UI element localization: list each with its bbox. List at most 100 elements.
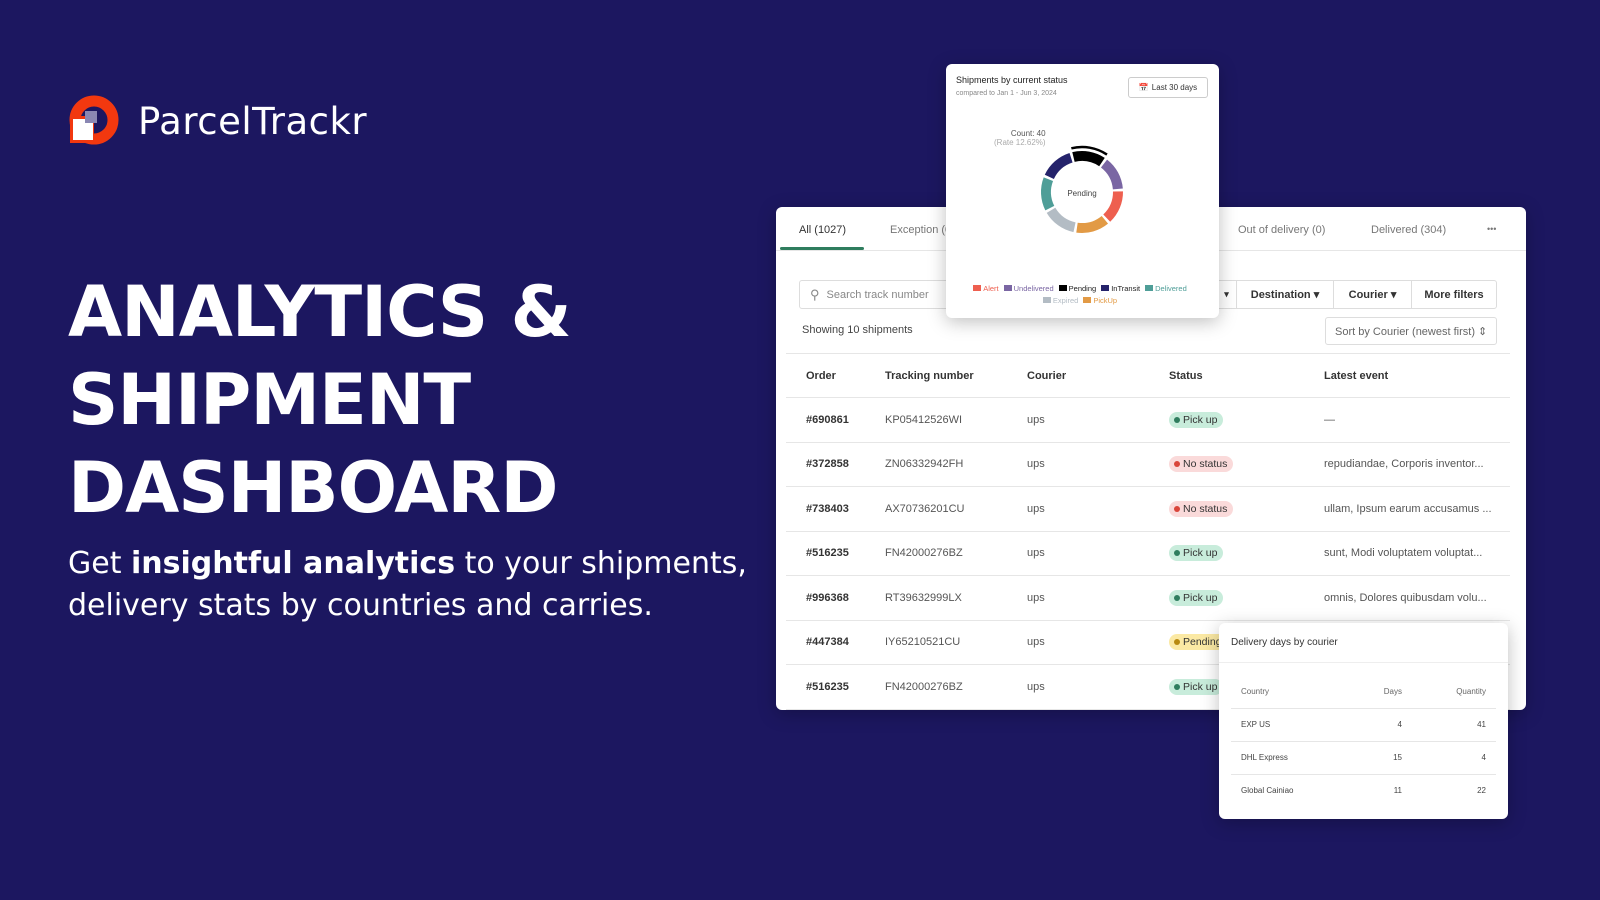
order-id: #516235 bbox=[806, 547, 849, 560]
tracking-number: ZN06332942FH bbox=[885, 458, 964, 471]
brand-name: ParcelTrackr bbox=[138, 99, 368, 143]
status-label: No status bbox=[1183, 502, 1228, 515]
donut-segment-alert[interactable] bbox=[1103, 191, 1123, 222]
tracking-number: AX70736201CU bbox=[885, 502, 965, 515]
donut-segment-pending[interactable] bbox=[1072, 151, 1105, 167]
tracking-number: FN42000276BZ bbox=[885, 547, 963, 560]
courier: ups bbox=[1027, 547, 1045, 560]
legend-swatch bbox=[1083, 297, 1092, 303]
chevron-down-icon: ▾ bbox=[1224, 289, 1229, 299]
legend-swatch bbox=[973, 285, 982, 291]
table-row[interactable]: #516235 FN42000276BZ ups Pick up sunt, Modi … bbox=[786, 532, 1510, 576]
sort-select[interactable]: Sort by Courier (newest first) ⇕ bbox=[1325, 317, 1497, 345]
legend-label: InTransit bbox=[1111, 284, 1141, 293]
latest-event: — bbox=[1324, 413, 1335, 426]
order-id: #516235 bbox=[806, 680, 849, 693]
col-courier[interactable]: Courier bbox=[1027, 370, 1066, 382]
delivery-header: Country bbox=[1241, 687, 1270, 696]
donut-segment-pickup[interactable] bbox=[1076, 215, 1109, 233]
status-dot-icon bbox=[1174, 683, 1180, 690]
legend-swatch bbox=[1058, 285, 1067, 291]
tracking-number: RT39632999LX bbox=[885, 591, 962, 604]
destination-filter[interactable]: Destination ▾ bbox=[1236, 280, 1334, 309]
calendar-icon: 📅 bbox=[1138, 83, 1149, 92]
delivery-cell: 11 bbox=[1393, 786, 1402, 795]
tooltip-count: Count: 40 bbox=[1010, 129, 1046, 138]
status-label: Pick up bbox=[1183, 547, 1218, 560]
status-dot-icon bbox=[1174, 461, 1180, 468]
legend-item[interactable]: Delivered bbox=[1145, 284, 1187, 293]
legend-label: Alert bbox=[983, 284, 999, 293]
search-placeholder: Search track number bbox=[826, 288, 929, 301]
status-badge: No status bbox=[1169, 500, 1234, 517]
donut-segment-delivered[interactable] bbox=[1041, 177, 1055, 211]
col-order[interactable]: Order bbox=[806, 370, 836, 382]
legend-label: Delivered bbox=[1155, 284, 1187, 293]
legend-item[interactable]: PickUp bbox=[1083, 296, 1117, 305]
courier: ups bbox=[1027, 502, 1045, 515]
col-tracking[interactable]: Tracking number bbox=[885, 370, 974, 382]
legend-item[interactable]: Expired bbox=[1042, 296, 1078, 305]
headline-line: ANALYTICS & bbox=[68, 271, 572, 353]
tab-delivered[interactable]: Delivered (304) bbox=[1371, 224, 1446, 236]
legend-label: Pending bbox=[1068, 284, 1097, 293]
col-status[interactable]: Status bbox=[1169, 370, 1203, 382]
table-row[interactable]: #738403 AX70736201CU ups No status ullam, Ip… bbox=[786, 487, 1510, 532]
search-icon: ⚲ bbox=[810, 286, 820, 302]
status-chart-card: Shipments by current status compared to … bbox=[946, 64, 1219, 318]
legend-item[interactable]: Undelivered bbox=[1003, 284, 1054, 293]
donut-segment-expired[interactable] bbox=[1046, 207, 1076, 233]
status-dot-icon bbox=[1174, 505, 1180, 512]
order-id: #372858 bbox=[806, 458, 849, 471]
status-badge: Pick up bbox=[1169, 678, 1224, 695]
order-id: #690861 bbox=[806, 413, 849, 426]
active-tab-indicator bbox=[780, 247, 864, 250]
delivery-cell: 4 bbox=[1481, 753, 1486, 762]
latest-event: sunt, Modi voluptatem voluptat... bbox=[1324, 547, 1483, 560]
delivery-cell: Global Cainiao bbox=[1241, 786, 1294, 795]
col-latest-event[interactable]: Latest event bbox=[1324, 370, 1388, 382]
status-label: Pick up bbox=[1183, 591, 1218, 604]
delivery-header: Quantity bbox=[1456, 687, 1486, 696]
delivery-cell: 4 bbox=[1397, 720, 1402, 729]
status-label: Pending bbox=[1183, 636, 1222, 649]
table-row[interactable]: #996368 RT39632999LX ups Pick up omnis, Dolo… bbox=[786, 576, 1510, 621]
status-label: Pick up bbox=[1183, 413, 1218, 426]
courier: ups bbox=[1027, 458, 1045, 471]
donut-segment-intransit[interactable] bbox=[1044, 152, 1073, 180]
status-label: Pick up bbox=[1183, 680, 1218, 693]
status-badge: Pick up bbox=[1169, 589, 1224, 606]
legend-item[interactable]: Pending bbox=[1058, 284, 1097, 293]
delivery-cell: DHL Express bbox=[1241, 753, 1288, 762]
donut-segment-undelivered[interactable] bbox=[1100, 159, 1123, 190]
status-badge: Pick up bbox=[1169, 545, 1224, 562]
search-input[interactable]: ⚲ Search track number bbox=[799, 280, 969, 309]
delivery-cell: 41 bbox=[1477, 720, 1486, 729]
tracking-number: IY65210521CU bbox=[885, 636, 961, 649]
tab-all[interactable]: All (1027) bbox=[799, 224, 846, 236]
status-dot-icon bbox=[1174, 550, 1180, 557]
legend-item[interactable]: InTransit bbox=[1101, 284, 1140, 293]
chart-title: Shipments by current status bbox=[956, 75, 1068, 85]
status-badge: Pick up bbox=[1169, 411, 1224, 428]
courier-filter[interactable]: Courier ▾ bbox=[1333, 280, 1412, 309]
tab-out-of-delivery[interactable]: Out of delivery (0) bbox=[1238, 224, 1325, 236]
donut-chart: Pending bbox=[1041, 145, 1123, 233]
legend-swatch bbox=[1003, 285, 1012, 291]
legend-swatch bbox=[1145, 285, 1154, 291]
date-range-button[interactable]: 📅 Last 30 days bbox=[1128, 77, 1208, 98]
legend-item[interactable]: Alert bbox=[973, 284, 999, 293]
table-header: Order Tracking number Courier Status Lat… bbox=[786, 353, 1510, 398]
legend-swatch bbox=[1101, 285, 1110, 291]
order-id: #447384 bbox=[806, 636, 849, 649]
more-filters-button[interactable]: More filters bbox=[1411, 280, 1497, 309]
chart-subtitle: compared to Jan 1 - Jun 3, 2024 bbox=[956, 90, 1057, 97]
table-row[interactable]: #690861 KP05412526WI ups Pick up — bbox=[786, 398, 1510, 443]
delivery-title: Delivery days by courier bbox=[1231, 637, 1338, 648]
tracking-number: KP05412526WI bbox=[885, 413, 963, 426]
order-id: #738403 bbox=[806, 502, 849, 515]
table-row[interactable]: #372858 ZN06332942FH ups No status repudiand… bbox=[786, 443, 1510, 487]
legend-swatch bbox=[1042, 297, 1051, 303]
status-badge: No status bbox=[1169, 456, 1234, 473]
more-tabs-button[interactable]: ••• bbox=[1487, 224, 1496, 234]
